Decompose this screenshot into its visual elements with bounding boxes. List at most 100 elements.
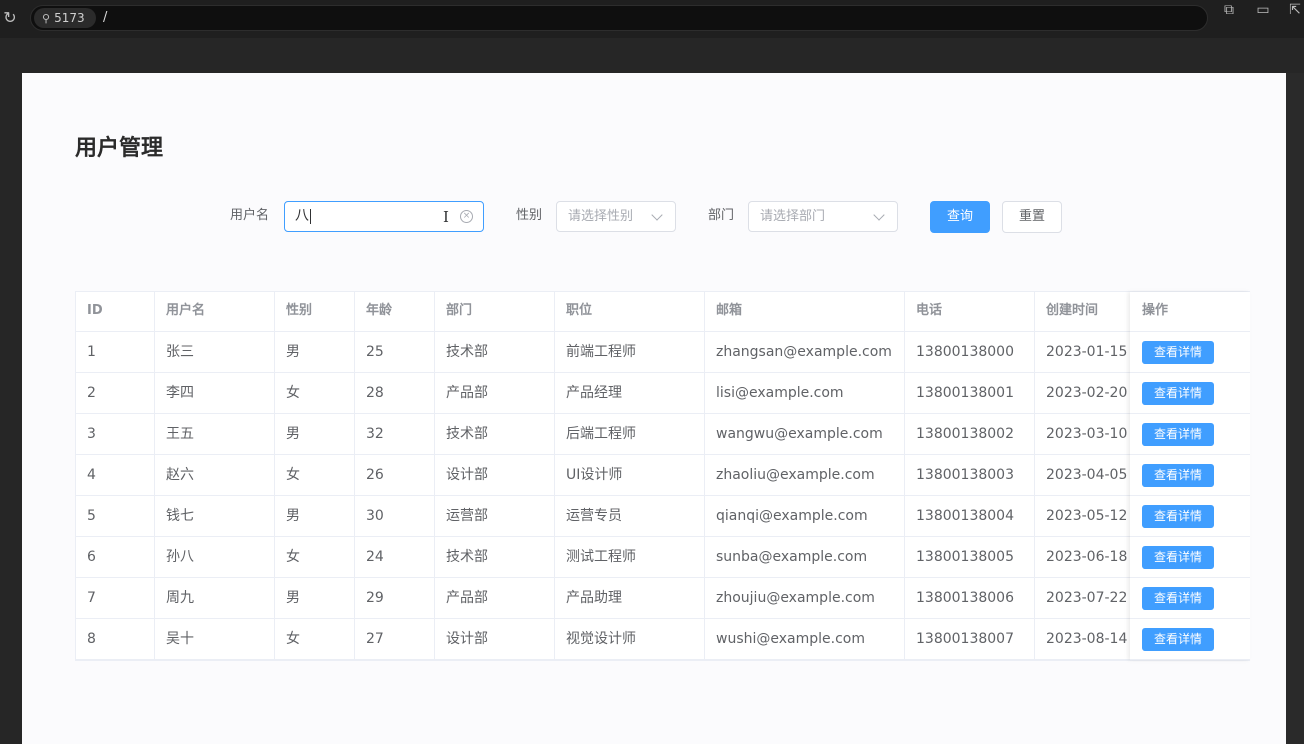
cell-age: 28 xyxy=(355,373,435,413)
cell-username: 王五 xyxy=(155,414,275,454)
cell-gender: 女 xyxy=(275,373,355,413)
view-details-button[interactable]: 查看详情 xyxy=(1142,628,1214,651)
address-bar[interactable]: ⚲ 5173 / xyxy=(30,5,1208,31)
cell-position: UI设计师 xyxy=(555,455,705,495)
view-details-button[interactable]: 查看详情 xyxy=(1142,341,1214,364)
view-details-button[interactable]: 查看详情 xyxy=(1142,505,1214,528)
reset-button[interactable]: 重置 xyxy=(1002,201,1062,233)
actions-cell: 查看详情 xyxy=(1130,578,1250,619)
page-title: 用户管理 xyxy=(75,136,164,161)
column-header: 邮箱 xyxy=(705,292,905,331)
cell-position: 前端工程师 xyxy=(555,332,705,372)
dept-select[interactable]: 请选择部门 xyxy=(748,201,898,232)
cell-id: 8 xyxy=(76,619,155,659)
cell-age: 24 xyxy=(355,537,435,577)
cell-gender: 女 xyxy=(275,537,355,577)
page-viewport: 用户管理 用户名 八 I × 性别 请选择性别 部门 请选择部门 查询 重置 I… xyxy=(22,73,1286,744)
reload-icon[interactable]: ↻ xyxy=(0,8,20,28)
cell-gender: 女 xyxy=(275,619,355,659)
gender-select[interactable]: 请选择性别 xyxy=(556,201,676,232)
actions-cell: 查看详情 xyxy=(1130,537,1250,578)
cell-position: 视觉设计师 xyxy=(555,619,705,659)
view-details-button[interactable]: 查看详情 xyxy=(1142,464,1214,487)
cell-phone: 13800138003 xyxy=(905,455,1035,495)
cell-id: 6 xyxy=(76,537,155,577)
cell-position: 测试工程师 xyxy=(555,537,705,577)
cell-username: 赵六 xyxy=(155,455,275,495)
actions-cell: 查看详情 xyxy=(1130,619,1250,660)
dept-placeholder: 请选择部门 xyxy=(760,209,826,224)
site-info-chip[interactable]: ⚲ 5173 xyxy=(34,8,96,28)
cell-dept: 运营部 xyxy=(435,496,555,536)
cell-gender: 男 xyxy=(275,496,355,536)
cell-username: 张三 xyxy=(155,332,275,372)
responsive-view-icon[interactable]: ▭ xyxy=(1252,0,1274,20)
cell-dept: 设计部 xyxy=(435,455,555,495)
view-details-button[interactable]: 查看详情 xyxy=(1142,546,1214,569)
cell-created: 2023-07-22 xyxy=(1035,578,1135,618)
username-value: 八 xyxy=(295,208,311,224)
table-row: 8 吴十女 27 设计部 视觉设计师 wushi@example.com 138001380… xyxy=(76,619,1249,660)
site-settings-icon: ⚲ xyxy=(42,12,51,25)
cell-id: 2 xyxy=(76,373,155,413)
cell-dept: 技术部 xyxy=(435,414,555,454)
clear-icon[interactable]: × xyxy=(460,210,473,223)
cell-created: 2023-06-18 xyxy=(1035,537,1135,577)
chevron-down-icon xyxy=(651,209,663,221)
cell-age: 26 xyxy=(355,455,435,495)
cell-age: 29 xyxy=(355,578,435,618)
table-row: 5 钱七男 30 运营部 运营专员 qianqi@example.com 138001380… xyxy=(76,496,1249,537)
cell-phone: 13800138007 xyxy=(905,619,1035,659)
cell-gender: 男 xyxy=(275,332,355,372)
username-input[interactable]: 八 I × xyxy=(284,201,484,232)
chevron-down-icon xyxy=(873,209,885,221)
cell-position: 后端工程师 xyxy=(555,414,705,454)
cell-username: 钱七 xyxy=(155,496,275,536)
search-button[interactable]: 查询 xyxy=(930,201,990,233)
cell-dept: 技术部 xyxy=(435,537,555,577)
cell-position: 产品经理 xyxy=(555,373,705,413)
gender-label: 性别 xyxy=(516,208,543,223)
cell-created: 2023-05-12 xyxy=(1035,496,1135,536)
toolbar-gap xyxy=(0,38,1304,73)
open-external-icon[interactable]: ⧉ xyxy=(1218,0,1240,20)
port-label: 5173 xyxy=(54,11,85,25)
view-details-button[interactable]: 查看详情 xyxy=(1142,423,1214,446)
cell-username: 周九 xyxy=(155,578,275,618)
dept-label: 部门 xyxy=(708,208,735,223)
cell-email: zhangsan@example.com xyxy=(705,332,905,372)
cell-email: sunba@example.com xyxy=(705,537,905,577)
actions-cell: 查看详情 xyxy=(1130,373,1250,414)
cell-email: wangwu@example.com xyxy=(705,414,905,454)
cell-email: wushi@example.com xyxy=(705,619,905,659)
cell-phone: 13800138002 xyxy=(905,414,1035,454)
gender-placeholder: 请选择性别 xyxy=(568,209,634,224)
cell-age: 27 xyxy=(355,619,435,659)
cell-id: 1 xyxy=(76,332,155,372)
cell-email: zhoujiu@example.com xyxy=(705,578,905,618)
column-header: 部门 xyxy=(435,292,555,331)
cell-gender: 女 xyxy=(275,455,355,495)
cell-email: zhaoliu@example.com xyxy=(705,455,905,495)
cell-position: 产品助理 xyxy=(555,578,705,618)
cell-age: 32 xyxy=(355,414,435,454)
table-row: 7 周九男 29 产品部 产品助理 zhoujiu@example.com 13800138… xyxy=(76,578,1249,619)
cell-gender: 男 xyxy=(275,414,355,454)
actions-cell: 查看详情 xyxy=(1130,455,1250,496)
cell-phone: 13800138000 xyxy=(905,332,1035,372)
column-header: ID xyxy=(76,292,155,331)
inspect-cursor-icon[interactable]: ⇱ xyxy=(1284,0,1304,20)
table-row: 3 王五男 32 技术部 后端工程师 wangwu@example.com 13800138… xyxy=(76,414,1249,455)
column-header: 年龄 xyxy=(355,292,435,331)
cell-phone: 13800138006 xyxy=(905,578,1035,618)
view-details-button[interactable]: 查看详情 xyxy=(1142,587,1214,610)
view-details-button[interactable]: 查看详情 xyxy=(1142,382,1214,405)
cell-created: 2023-04-05 xyxy=(1035,455,1135,495)
actions-cell: 查看详情 xyxy=(1130,332,1250,373)
actions-cell: 查看详情 xyxy=(1130,414,1250,455)
cell-created: 2023-03-10 xyxy=(1035,414,1135,454)
actions-fixed-column: 操作 查看详情 查看详情 查看详情 查看详情 查看详情 查看详情 查看详情 查看详情 xyxy=(1130,292,1250,660)
url-path[interactable]: / xyxy=(103,9,107,27)
left-gutter xyxy=(0,73,22,744)
username-label: 用户名 xyxy=(230,208,270,223)
